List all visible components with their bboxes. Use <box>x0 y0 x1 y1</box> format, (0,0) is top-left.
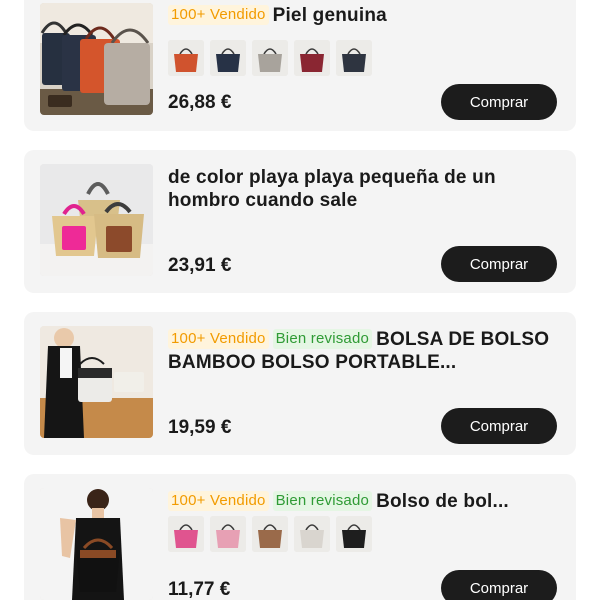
buy-button[interactable]: Comprar <box>441 84 557 120</box>
product-card[interactable]: 100+ Vendido Bien revisado BOLSA DE BOLSO … <box>24 312 576 455</box>
color-swatch[interactable] <box>168 516 204 552</box>
product-image[interactable] <box>40 326 153 438</box>
reviewed-badge: Bien revisado <box>272 491 373 511</box>
color-swatch[interactable] <box>336 516 372 552</box>
product-title[interactable]: 100+ Vendido Bien revisado BOLSA DE BOLSO … <box>168 328 558 374</box>
product-card[interactable]: 100+ Vendido Bien revisado Bolso de bol...… <box>24 474 576 600</box>
buy-button[interactable]: Comprar <box>441 570 557 600</box>
product-title[interactable]: 100+ Vendido Piel genuina <box>168 4 558 27</box>
product-price: 11,77 € <box>168 579 231 600</box>
color-swatch[interactable] <box>252 516 288 552</box>
reviewed-badge: Bien revisado <box>272 329 373 349</box>
sold-badge: 100+ Vendido <box>168 491 269 511</box>
product-image[interactable] <box>40 3 153 115</box>
color-swatch[interactable] <box>210 40 246 76</box>
sold-badge: 100+ Vendido <box>168 329 269 349</box>
product-feed: 100+ Vendido Piel genuina 26,88 € Comprar <box>0 0 600 600</box>
buy-button[interactable]: Comprar <box>441 408 557 444</box>
product-price: 26,88 € <box>168 92 232 113</box>
color-swatch[interactable] <box>294 516 330 552</box>
product-price: 23,91 € <box>168 255 232 276</box>
product-card[interactable]: de color playa playa pequeña de un hombr… <box>24 150 576 293</box>
color-swatch[interactable] <box>294 40 330 76</box>
product-image[interactable] <box>40 164 153 276</box>
product-price: 19,59 € <box>168 417 232 438</box>
color-swatch[interactable] <box>336 40 372 76</box>
product-title[interactable]: 100+ Vendido Bien revisado Bolso de bol... <box>168 490 558 513</box>
color-swatches <box>168 40 372 76</box>
sold-badge: 100+ Vendido <box>168 5 269 25</box>
product-title[interactable]: de color playa playa pequeña de un hombr… <box>168 166 558 212</box>
color-swatches <box>168 516 372 552</box>
buy-button[interactable]: Comprar <box>441 246 557 282</box>
color-swatch[interactable] <box>210 516 246 552</box>
product-card[interactable]: 100+ Vendido Piel genuina 26,88 € Comprar <box>24 0 576 131</box>
product-image[interactable] <box>40 488 153 600</box>
color-swatch[interactable] <box>168 40 204 76</box>
color-swatch[interactable] <box>252 40 288 76</box>
